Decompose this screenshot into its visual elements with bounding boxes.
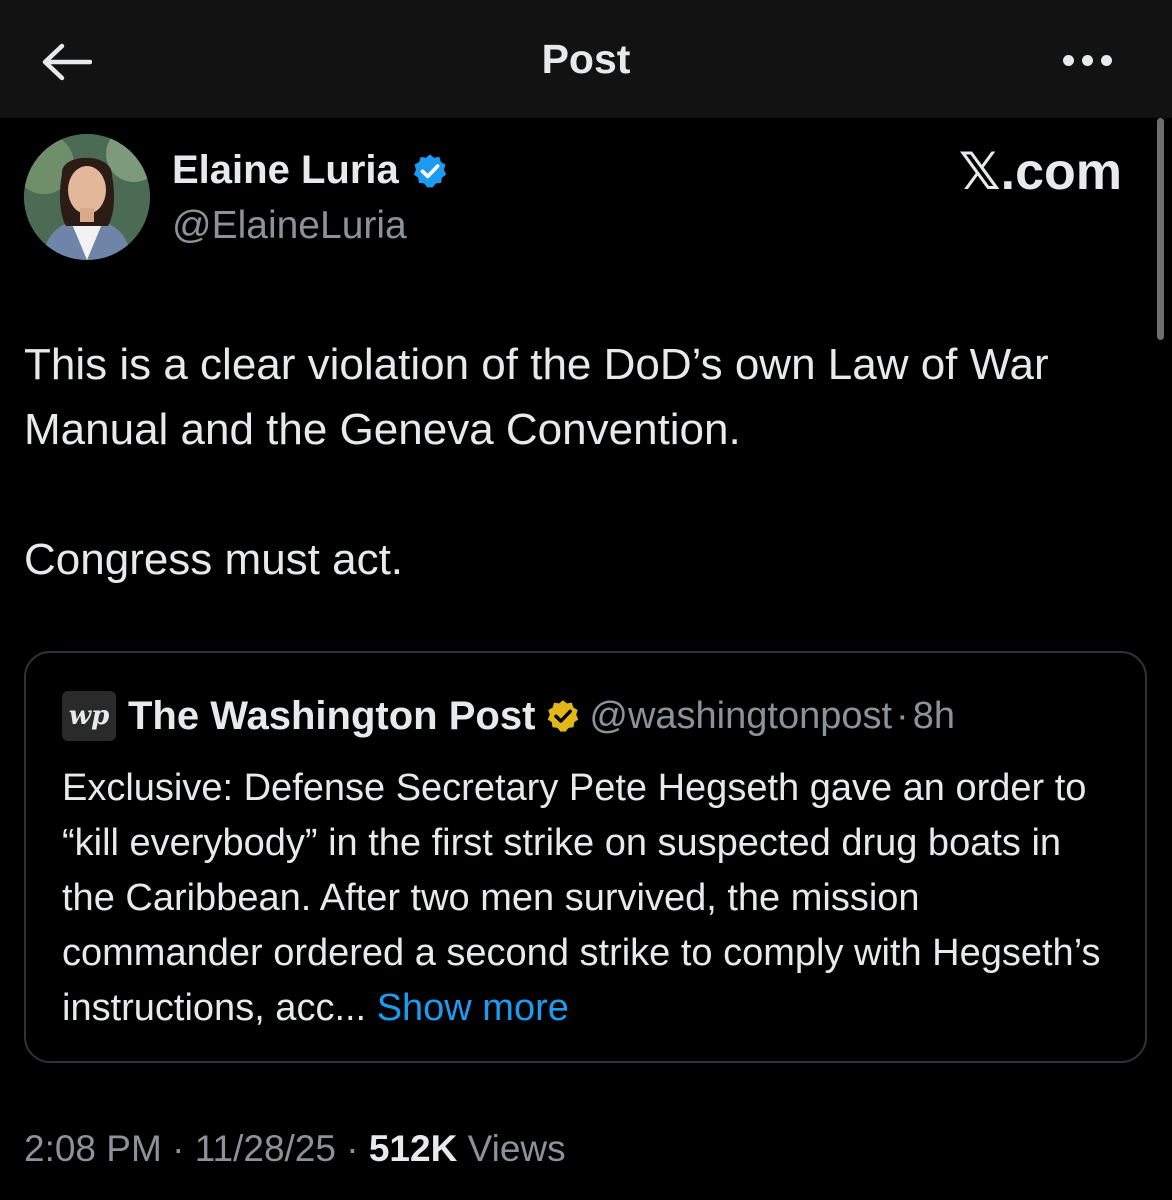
scrollbar[interactable] <box>1157 118 1164 340</box>
post-time[interactable]: 2:08 PM <box>24 1128 162 1169</box>
more-options-button[interactable] <box>1052 44 1122 76</box>
avatar[interactable] <box>24 134 150 260</box>
verified-badge-icon <box>413 153 446 188</box>
x-watermark: 𝕏.com <box>958 143 1122 201</box>
verified-gold-badge-icon <box>548 700 579 732</box>
top-bar: Post <box>0 0 1172 118</box>
post-paragraph: This is a clear violation of the DoD’s o… <box>24 340 1049 454</box>
quoted-post-text: Exclusive: Defense Secretary Pete Hegset… <box>62 761 1122 1036</box>
post-paragraph: Congress must act. <box>24 535 404 584</box>
post-metadata: 2:08 PM · 11/28/25 · 512K Views <box>24 1128 566 1170</box>
show-more-link[interactable]: Show more <box>377 987 569 1029</box>
views-count: 512K <box>368 1128 458 1169</box>
quoted-post-header: wp The Washington Post @washingtonpost ·… <box>62 691 955 741</box>
quoted-post-card[interactable]: wp The Washington Post @washingtonpost ·… <box>24 651 1147 1063</box>
more-dot <box>1081 54 1093 66</box>
separator-dot: · <box>346 1128 369 1169</box>
separator-dot: · <box>896 694 909 737</box>
author-handle[interactable]: @ElaineLuria <box>172 204 407 248</box>
post-date[interactable]: 11/28/25 <box>195 1128 336 1169</box>
washington-post-logo-icon: wp <box>62 691 116 741</box>
avatar-photo <box>24 134 150 260</box>
post-text: This is a clear violation of the DoD’s o… <box>24 332 1154 592</box>
page-title: Post <box>541 36 631 82</box>
author-name-row[interactable]: Elaine Luria <box>172 148 449 193</box>
quoted-post-age: 8h <box>912 694 955 737</box>
views-label: Views <box>467 1128 566 1169</box>
more-horizontal-icon <box>1062 54 1074 66</box>
author-name: Elaine Luria <box>172 148 399 192</box>
quoted-author-handle[interactable]: @washingtonpost <box>589 695 892 738</box>
separator-dot: · <box>172 1128 195 1169</box>
more-dot <box>1100 54 1112 66</box>
quoted-post-body: Exclusive: Defense Secretary Pete Hegset… <box>62 767 1101 1029</box>
quoted-author-name[interactable]: The Washington Post <box>128 694 535 739</box>
